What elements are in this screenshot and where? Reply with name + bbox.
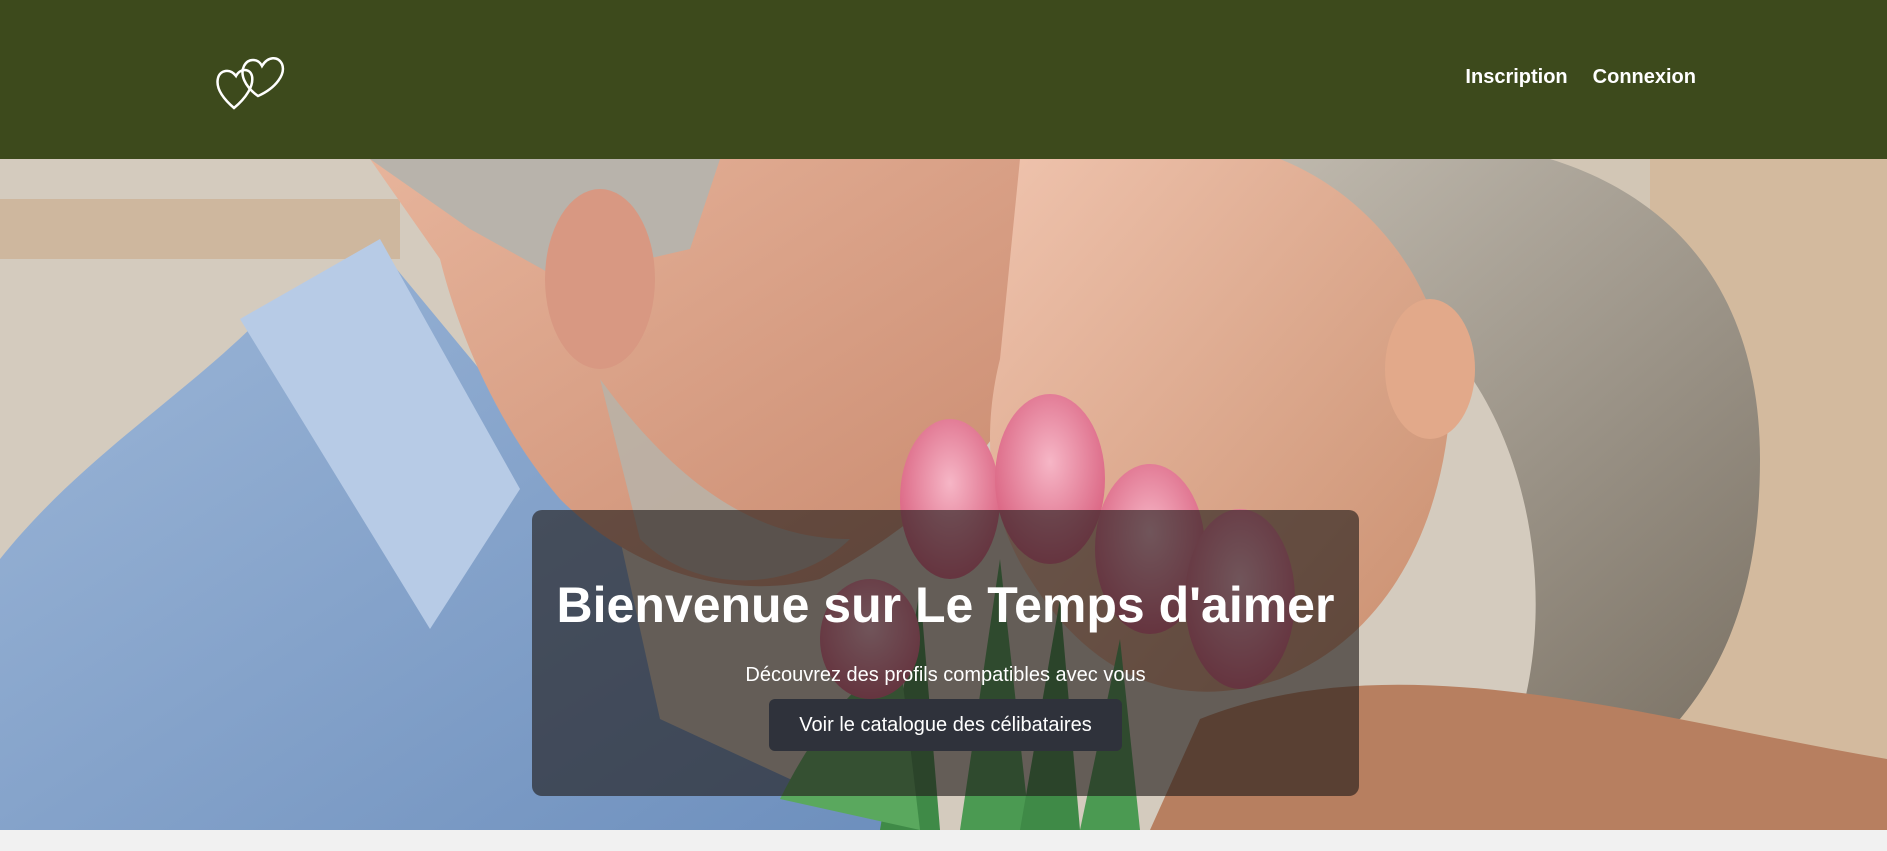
page-bottom-strip [0, 830, 1887, 851]
site-header: Inscription Connexion [0, 0, 1887, 159]
catalogue-button[interactable]: Voir le catalogue des célibataires [769, 699, 1122, 751]
main-nav: Inscription Connexion [1465, 64, 1696, 90]
hero-title: Bienvenue sur Le Temps d'aimer [556, 577, 1335, 633]
nav-inscription-link[interactable]: Inscription [1465, 64, 1567, 90]
welcome-card: Bienvenue sur Le Temps d'aimer Découvrez… [532, 510, 1359, 796]
double-heart-icon[interactable] [214, 46, 298, 112]
hero-section: Bienvenue sur Le Temps d'aimer Découvrez… [0, 159, 1887, 830]
hero-subtitle: Découvrez des profils compatibles avec v… [745, 664, 1146, 686]
nav-connexion-link[interactable]: Connexion [1593, 64, 1696, 90]
